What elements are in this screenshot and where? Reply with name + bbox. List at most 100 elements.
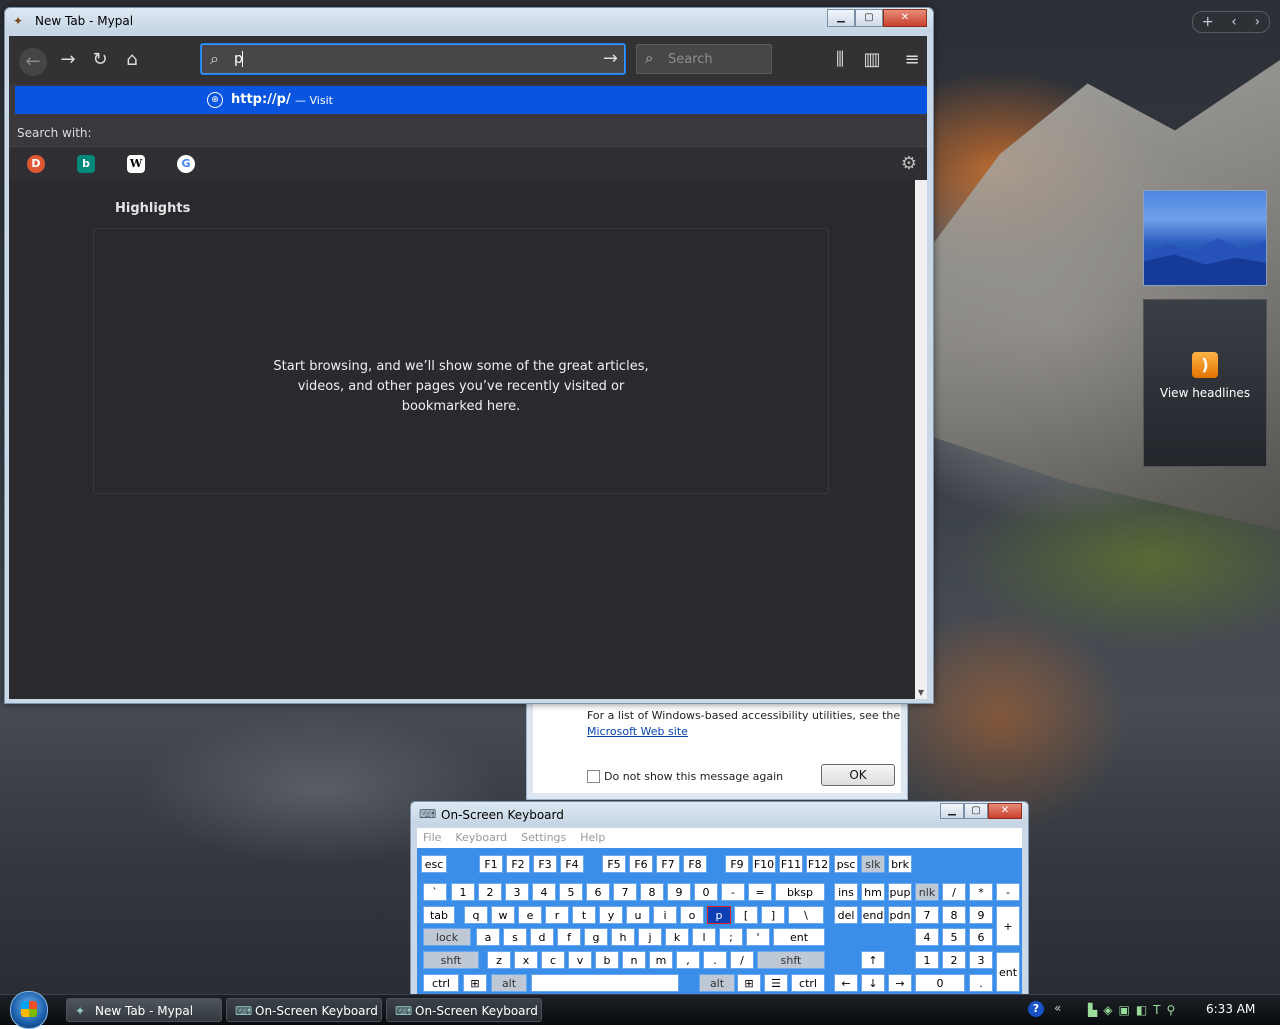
help-icon[interactable]: ?: [1028, 1001, 1044, 1017]
key-psc[interactable]: psc: [834, 855, 858, 873]
key-f[interactable]: f: [557, 928, 581, 946]
sidebar-toggle-icon[interactable]: ▥: [861, 49, 883, 71]
menu-help[interactable]: Help: [580, 828, 605, 848]
go-arrow-icon[interactable]: →: [603, 48, 618, 69]
google-icon[interactable]: G: [177, 155, 195, 173]
forward-button[interactable]: →: [57, 49, 79, 71]
key-6[interactable]: 6: [969, 928, 993, 946]
key-numpad-enter[interactable]: ent: [996, 952, 1020, 992]
key-hm[interactable]: hm: [861, 883, 885, 901]
sidebar-controls[interactable]: + ‹ ›: [1192, 11, 1270, 33]
key-k[interactable]: k: [665, 928, 689, 946]
start-button[interactable]: [10, 991, 48, 1029]
key-brk[interactable]: brk: [888, 855, 912, 873]
key-F12[interactable]: F12: [806, 855, 830, 873]
key-h[interactable]: h: [611, 928, 635, 946]
key-nlk[interactable]: nlk: [915, 883, 939, 901]
key-,[interactable]: ,: [676, 951, 700, 969]
feed-headlines-gadget[interactable]: ) View headlines: [1143, 299, 1267, 467]
key-del[interactable]: del: [834, 906, 858, 924]
security-icon[interactable]: ◈: [1103, 1003, 1112, 1017]
key-g[interactable]: g: [584, 928, 608, 946]
key-u[interactable]: u: [626, 906, 650, 924]
key-ins[interactable]: ins: [834, 883, 858, 901]
key-=[interactable]: =: [748, 883, 772, 901]
key-d[interactable]: d: [530, 928, 554, 946]
next-icon[interactable]: ›: [1255, 14, 1261, 30]
view-headlines-label[interactable]: View headlines: [1144, 386, 1266, 400]
wikipedia-icon[interactable]: W: [127, 155, 145, 173]
microsoft-web-site-link[interactable]: Microsoft Web site: [587, 725, 688, 738]
browser-titlebar[interactable]: ✦ New Tab - Mypal ▁ ▢ ✕: [5, 8, 933, 34]
key-4[interactable]: 4: [532, 883, 556, 901]
key-F10[interactable]: F10: [752, 855, 776, 873]
key-esc[interactable]: esc: [421, 855, 447, 873]
key-4[interactable]: 4: [915, 928, 939, 946]
key-[[interactable]: [: [734, 906, 758, 924]
previous-icon[interactable]: ‹: [1231, 14, 1237, 30]
menu-file[interactable]: File: [423, 828, 441, 848]
key-t[interactable]: t: [572, 906, 596, 924]
key-1[interactable]: 1: [915, 951, 939, 969]
key-bksp[interactable]: bksp: [775, 883, 825, 901]
address-bar[interactable]: ⌕ p →: [201, 44, 625, 74]
osk-titlebar[interactable]: ⌨ On-Screen Keyboard ▁ ▢ ✕: [411, 802, 1028, 826]
key-.[interactable]: .: [969, 974, 993, 992]
key-w[interactable]: w: [491, 906, 515, 924]
key-end[interactable]: end: [861, 906, 885, 924]
clock[interactable]: 6:33 AM: [1206, 1002, 1255, 1016]
maximize-button[interactable]: ▢: [964, 803, 988, 819]
add-gadget-icon[interactable]: +: [1202, 14, 1214, 30]
taskbar-button-osk[interactable]: ⌨ On-Screen Keyboard: [226, 998, 382, 1022]
key-3[interactable]: 3: [505, 883, 529, 901]
key-/[interactable]: /: [942, 883, 966, 901]
key-1[interactable]: 1: [451, 883, 475, 901]
key-c[interactable]: c: [541, 951, 565, 969]
key-l[interactable]: l: [692, 928, 716, 946]
key-⊞[interactable]: ⊞: [463, 974, 487, 992]
key-alt[interactable]: alt: [699, 974, 735, 992]
minimize-button[interactable]: ▁: [940, 803, 964, 819]
key-m[interactable]: m: [649, 951, 673, 969]
taskbar-button-browser[interactable]: ✦ New Tab - Mypal: [66, 998, 222, 1022]
menu-keyboard[interactable]: Keyboard: [455, 828, 507, 848]
key-slk[interactable]: slk: [861, 855, 885, 873]
suggestion-row[interactable]: ⊕ http://p/ — Visit: [15, 86, 927, 114]
key-F2[interactable]: F2: [506, 855, 530, 873]
key-0[interactable]: 0: [694, 883, 718, 901]
key-i[interactable]: i: [653, 906, 677, 924]
key-lock[interactable]: lock: [423, 928, 471, 946]
key-;[interactable]: ;: [719, 928, 743, 946]
key-←[interactable]: ←: [834, 974, 858, 992]
close-button[interactable]: ✕: [988, 803, 1022, 819]
duckduckgo-icon[interactable]: D: [27, 155, 45, 173]
key-shft[interactable]: shft: [757, 951, 825, 969]
key-9[interactable]: 9: [969, 906, 993, 924]
key-F11[interactable]: F11: [779, 855, 803, 873]
key-b[interactable]: b: [595, 951, 619, 969]
key--[interactable]: -: [996, 883, 1020, 901]
key-y[interactable]: y: [599, 906, 623, 924]
key-7[interactable]: 7: [613, 883, 637, 901]
key-x[interactable]: x: [514, 951, 538, 969]
device-icon[interactable]: ▣: [1118, 1003, 1129, 1017]
key-n[interactable]: n: [622, 951, 646, 969]
key-e[interactable]: e: [518, 906, 542, 924]
key-*[interactable]: *: [969, 883, 993, 901]
magnifier-icon[interactable]: ⚲: [1167, 1003, 1176, 1017]
vertical-scrollbar[interactable]: ▼: [915, 180, 927, 699]
search-placeholder[interactable]: Search: [668, 52, 713, 67]
key-o[interactable]: o: [680, 906, 704, 924]
key-0[interactable]: 0: [915, 974, 965, 992]
key-8[interactable]: 8: [942, 906, 966, 924]
key-7[interactable]: 7: [915, 906, 939, 924]
key-s[interactable]: s: [503, 928, 527, 946]
key-j[interactable]: j: [638, 928, 662, 946]
key-F7[interactable]: F7: [656, 855, 680, 873]
key-F3[interactable]: F3: [533, 855, 557, 873]
key-ent[interactable]: ent: [773, 928, 825, 946]
key-ctrl[interactable]: ctrl: [791, 974, 825, 992]
search-bar[interactable]: ⌕ Search: [636, 44, 772, 74]
key-`[interactable]: `: [423, 883, 447, 901]
key-space[interactable]: [531, 974, 679, 992]
